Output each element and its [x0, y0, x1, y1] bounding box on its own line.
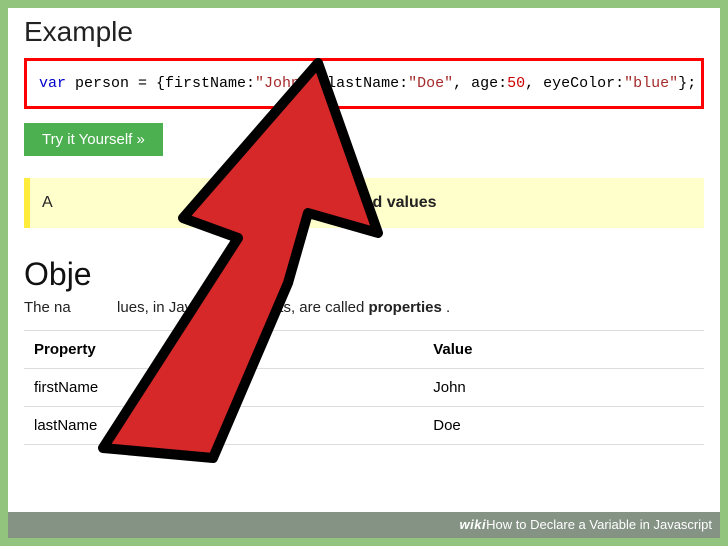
- code-segment: "Doe": [408, 75, 453, 92]
- callout-bold: named values: [331, 194, 437, 211]
- code-segment: "blue": [624, 75, 678, 92]
- code-segment: , eyeColor:: [525, 75, 624, 92]
- footer-title: How to Declare a Variable in Javascript: [486, 517, 712, 532]
- properties-table: Property Value firstNameJohnlastNameDoe: [24, 330, 704, 445]
- code-example-block: var person = {firstName:"John", lastName…: [24, 58, 704, 109]
- code-segment: , age:: [453, 75, 507, 92]
- th-property: Property: [24, 331, 423, 369]
- footer-bar: wikiHow to Declare a Variable in Javascr…: [8, 512, 720, 538]
- p-part-2: ript objects, are called: [218, 299, 368, 316]
- try-it-yourself-button[interactable]: Try it Yourself »: [24, 123, 163, 156]
- code-segment: "John": [255, 75, 309, 92]
- p-part-bold: properties: [369, 299, 442, 316]
- table-header-row: Property Value: [24, 331, 704, 369]
- code-segment: person = {firstName:: [66, 75, 255, 92]
- code-segment: , lastName:: [309, 75, 408, 92]
- table-cell: John: [423, 369, 704, 407]
- code-segment: };: [678, 75, 696, 92]
- p-part-1: lues, in Jav: [117, 299, 192, 316]
- table-cell: lastName: [24, 407, 423, 445]
- code-segment: var: [39, 75, 66, 92]
- callout-text-1: A: [42, 194, 52, 211]
- callout-text-2: on of: [291, 194, 331, 211]
- section-paragraph: The na lues, in Jav ript objects, are ca…: [24, 299, 704, 316]
- example-title: Example: [24, 16, 704, 48]
- th-value: Value: [423, 331, 704, 369]
- code-segment: 50: [507, 75, 525, 92]
- section-heading: Obje pe: [24, 256, 704, 293]
- heading-part-2: pe: [229, 256, 265, 292]
- page-stage: Example var person = {firstName:"John", …: [0, 0, 728, 546]
- table-row: firstNameJohn: [24, 369, 704, 407]
- footer-brand: wiki: [460, 517, 487, 532]
- table-cell: firstName: [24, 369, 423, 407]
- p-part-4: .: [446, 299, 450, 316]
- p-part-0: The na: [24, 299, 71, 316]
- heading-part-1: Obje: [24, 256, 92, 292]
- table-row: lastNameDoe: [24, 407, 704, 445]
- definition-callout: A on of named values: [24, 178, 704, 228]
- table-cell: Doe: [423, 407, 704, 445]
